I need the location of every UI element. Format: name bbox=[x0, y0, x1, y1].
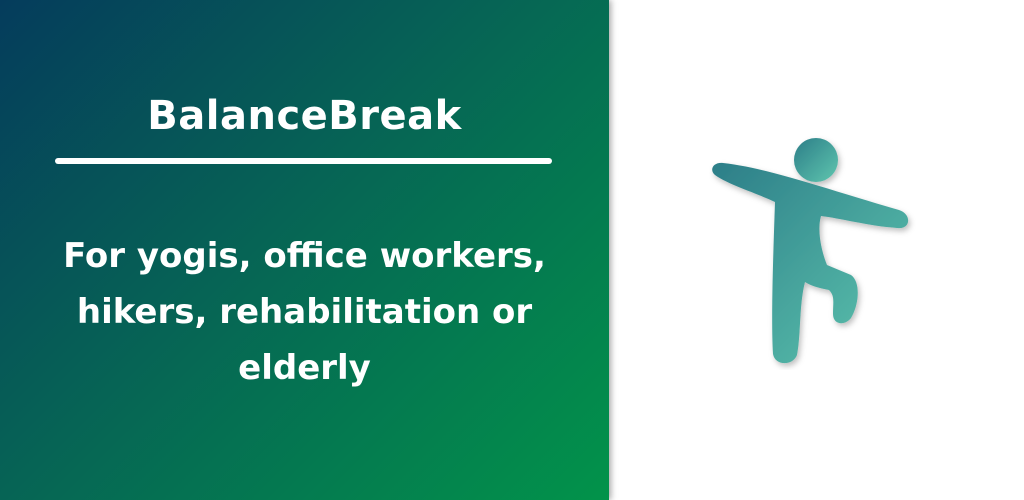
left-gradient-panel: BalanceBreak For yogis, office workers, … bbox=[0, 0, 609, 500]
app-title: BalanceBreak bbox=[147, 93, 462, 139]
promo-banner: BalanceBreak For yogis, office workers, … bbox=[0, 0, 1024, 500]
title-divider bbox=[55, 158, 552, 164]
right-logo-panel bbox=[609, 0, 1024, 500]
tagline: For yogis, office workers, hikers, rehab… bbox=[63, 236, 546, 388]
balancing-person-icon bbox=[712, 138, 909, 364]
